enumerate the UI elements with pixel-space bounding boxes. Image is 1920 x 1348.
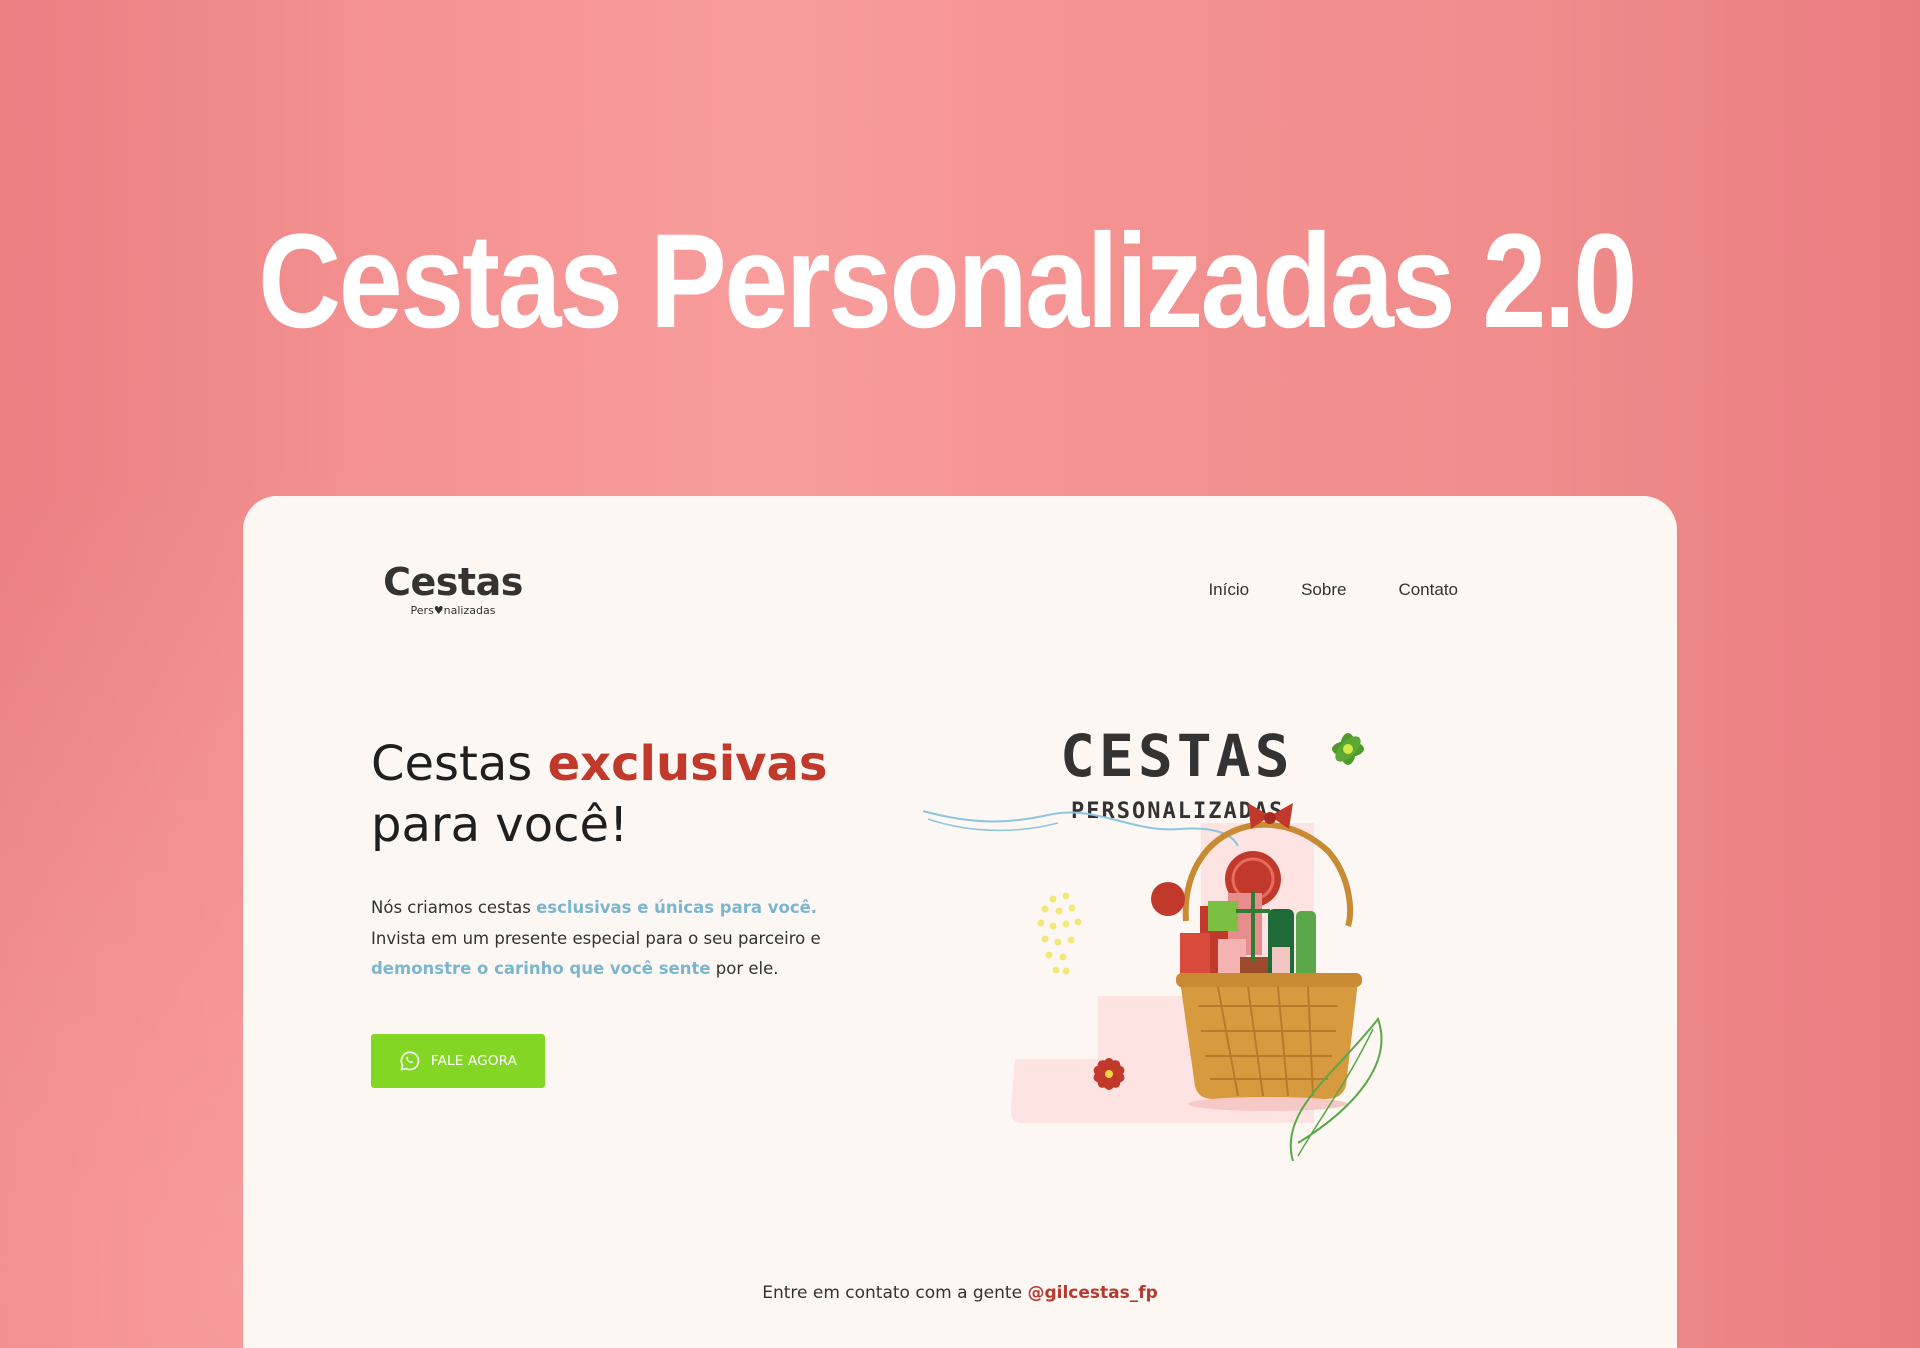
illustration-title: CESTAS — [1060, 722, 1294, 790]
website-preview-card: Cestas Pers♥nalizadas Início Sobre Conta… — [243, 496, 1677, 1348]
site-logo[interactable]: Cestas Pers♥nalizadas — [383, 562, 523, 617]
headline-part2: para você! — [371, 797, 629, 853]
nav-link-inicio[interactable]: Início — [1208, 580, 1249, 600]
footer-text: Entre em contato com a gente — [762, 1283, 1028, 1303]
logo-main-text: Cestas — [383, 560, 523, 604]
description-text: Nós criamos cestas esclusivas e únicas p… — [371, 893, 831, 985]
logo-sub-text: Pers♥nalizadas — [410, 604, 496, 617]
main-nav: Início Sobre Contato — [1208, 580, 1458, 600]
headline-part1: Cestas — [371, 736, 548, 792]
desc-highlight-1: esclusivas e únicas para você. — [536, 898, 818, 917]
hero-title: Cestas Personalizadas 2.0 — [258, 207, 1637, 356]
fale-agora-button[interactable]: FALE AGORA — [371, 1034, 545, 1088]
headline-highlight: exclusivas — [547, 736, 828, 792]
green-flower-icon — [1332, 733, 1364, 765]
whatsapp-icon — [399, 1050, 421, 1072]
nav-link-contato[interactable]: Contato — [1398, 580, 1458, 600]
footer-contact: Entre em contato com a gente @gilcestas_… — [243, 1283, 1677, 1303]
desc-highlight-2: demonstre o carinho que você sente — [371, 959, 711, 978]
desc-text-3: por ele. — [710, 959, 779, 978]
instagram-handle[interactable]: @gilcestas_fp — [1027, 1283, 1157, 1303]
desc-text-2: Invista em um presente especial para o s… — [371, 928, 821, 948]
nav-link-sobre[interactable]: Sobre — [1301, 580, 1346, 600]
gift-basket-illustration: CESTAS PERSONALIZADAS — [918, 711, 1438, 1171]
desc-text-1: Nós criamos cestas — [371, 898, 537, 917]
main-headline: Cestas exclusivas para você! — [371, 734, 931, 856]
fale-agora-label: FALE AGORA — [430, 1053, 518, 1069]
yellow-sprouts — [1037, 892, 1082, 975]
basket-body — [1176, 973, 1362, 1111]
